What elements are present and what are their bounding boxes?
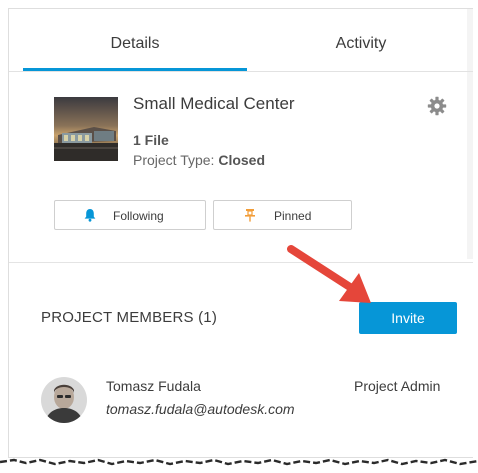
arrow-annotation-icon	[279, 237, 389, 317]
gear-icon[interactable]	[427, 96, 447, 116]
member-name: Tomasz Fudala	[106, 378, 201, 394]
project-thumbnail	[54, 97, 118, 161]
file-count: 1 File	[133, 132, 169, 148]
pinned-label: Pinned	[274, 209, 312, 223]
tab-details[interactable]: Details	[23, 9, 247, 71]
project-type-label: Project Type:	[133, 152, 215, 168]
active-tab-indicator	[23, 68, 247, 71]
member-email: tomasz.fudala@autodesk.com	[106, 401, 295, 417]
project-name: Small Medical Center	[133, 94, 295, 113]
torn-edge	[0, 455, 478, 466]
tab-bar: Details Activity	[9, 9, 473, 72]
members-heading: PROJECT MEMBERS (1)	[41, 309, 218, 326]
pin-icon	[243, 208, 257, 225]
tab-activity[interactable]: Activity	[249, 9, 473, 71]
avatar	[41, 377, 87, 423]
member-role: Project Admin	[354, 378, 441, 394]
following-button[interactable]: Following	[54, 200, 206, 230]
project-type-value: Closed	[218, 152, 266, 168]
following-label: Following	[113, 209, 164, 223]
project-type: Project Type: Closed	[133, 152, 265, 168]
section-divider	[9, 262, 473, 263]
bell-icon	[83, 208, 97, 225]
pinned-button[interactable]: Pinned	[213, 200, 352, 230]
project-details-panel: Details Activity Small Medical Center 1 …	[8, 8, 473, 458]
